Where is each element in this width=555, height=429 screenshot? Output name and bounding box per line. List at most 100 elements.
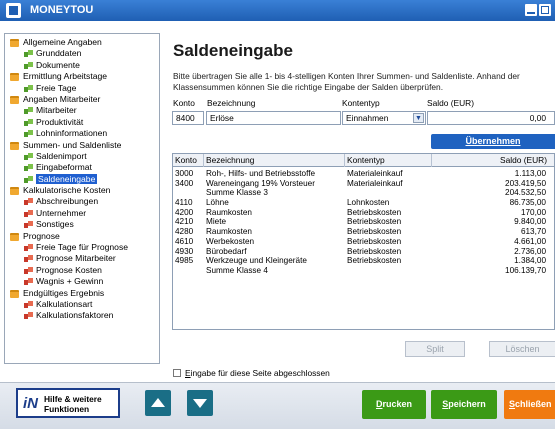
step-icon-green bbox=[24, 50, 33, 58]
step-icon-red bbox=[24, 221, 33, 229]
tree-step[interactable]: Prognose Kosten bbox=[5, 265, 159, 276]
tree-item-label: Endgültiges Ergebnis bbox=[23, 287, 105, 298]
tree-item-label: Lohninformationen bbox=[36, 128, 108, 139]
tree-item-label: Wagnis + Gewinn bbox=[36, 276, 104, 287]
table-row[interactable]: 4930 Bürobedarf Betriebskosten 2.736,00 bbox=[173, 247, 554, 257]
navigation-tree: Allgemeine Angaben Grunddaten Dokumente Erm… bbox=[4, 33, 160, 364]
table-row[interactable]: 4200 Raumkosten Betriebskosten 170,00 bbox=[173, 208, 554, 218]
tree-step[interactable]: Kalkulationsfaktoren bbox=[5, 310, 159, 321]
table-row[interactable]: 4280 Raumkosten Betriebskosten 613,70 bbox=[173, 227, 554, 237]
bezeichnung-label: Bezeichnung bbox=[207, 98, 256, 108]
folder-icon bbox=[10, 39, 19, 47]
drucken-button[interactable]: Drucken bbox=[362, 390, 426, 419]
arrow-down-button[interactable] bbox=[187, 390, 213, 416]
step-icon-green bbox=[24, 164, 33, 172]
tree-item-label: Abschreibungen bbox=[36, 196, 99, 207]
tree-step[interactable]: Abschreibungen bbox=[5, 196, 159, 207]
step-icon-red bbox=[24, 198, 33, 206]
cell-kontentyp: Betriebskosten bbox=[347, 246, 402, 256]
split-button[interactable]: Split bbox=[405, 341, 465, 357]
chevron-down-icon[interactable]: ▼ bbox=[413, 113, 424, 123]
tree-step[interactable]: Grunddaten bbox=[5, 48, 159, 59]
tree-step[interactable]: Prognose Mitarbeiter bbox=[5, 253, 159, 264]
cell-kontentyp: Betriebskosten bbox=[347, 256, 402, 266]
tree-folder[interactable]: Prognose bbox=[5, 231, 159, 242]
bezeichnung-input[interactable]: Erlöse bbox=[206, 111, 341, 125]
cell-saldo: 203.419,50 bbox=[505, 178, 546, 188]
tree-step[interactable]: Saldeneingabe bbox=[5, 173, 159, 185]
tree-item-label: Kalkulationsart bbox=[36, 298, 93, 309]
tree-step[interactable]: Mitarbeiter bbox=[5, 105, 159, 116]
tree-step[interactable]: Freie Tage bbox=[5, 83, 159, 94]
schliessen-button[interactable]: Schließen bbox=[504, 390, 555, 419]
tree-folder[interactable]: Allgemeine Angaben bbox=[5, 37, 159, 48]
tree-step[interactable]: Lohninformationen bbox=[5, 128, 159, 139]
folder-icon bbox=[10, 95, 19, 104]
tree-folder[interactable]: Summen- und Saldenliste bbox=[5, 140, 159, 151]
tree-step[interactable]: Eingabeformat bbox=[5, 162, 159, 173]
column-header-kontentyp[interactable]: Kontentyp bbox=[345, 154, 432, 167]
tree-item-label: Saldeneingabe bbox=[36, 173, 98, 184]
tree-item-label: Dokumente bbox=[36, 59, 80, 70]
table-row[interactable]: 4985 Werkzeuge und Kleingeräte Betriebskos… bbox=[173, 256, 554, 266]
cell-saldo: 1.113,00 bbox=[514, 169, 546, 178]
saldo-input[interactable]: 0,00 bbox=[427, 111, 555, 125]
tree-step[interactable]: Freie Tage für Prognose bbox=[5, 242, 159, 253]
speichern-button[interactable]: Speichern bbox=[431, 390, 497, 419]
tree-folder[interactable]: Kalkulatorische Kosten bbox=[5, 185, 159, 196]
tree-step[interactable]: Saldenimport bbox=[5, 151, 159, 162]
cell-bezeichnung: Bürobedarf bbox=[206, 246, 247, 256]
cell-saldo: 9.840,00 bbox=[514, 217, 546, 227]
step-icon-red bbox=[24, 312, 33, 320]
column-header-bezeichnung[interactable]: Bezeichnung bbox=[204, 154, 345, 167]
cell-konto: 4210 bbox=[175, 217, 194, 227]
table-row[interactable]: Summe Klasse 4 106.139,70 bbox=[173, 266, 554, 276]
table-row[interactable]: 4110 Löhne Lohnkosten 86.735,00 bbox=[173, 198, 554, 208]
table-row[interactable]: Summe Klasse 3 204.532,50 bbox=[173, 188, 554, 198]
app-logo-icon bbox=[6, 3, 21, 18]
help-button[interactable]: iN Hilfe & weitere Funktionen bbox=[16, 388, 120, 418]
abgeschlossen-checkbox[interactable] bbox=[173, 369, 181, 377]
step-icon-red bbox=[24, 266, 33, 275]
table-header: Konto Bezeichnung Kontentyp Saldo (EUR) bbox=[173, 154, 554, 167]
table-row[interactable]: 3000 Roh-, Hilfs- und Betriebsstoffe Mater… bbox=[173, 169, 554, 179]
tree-folder[interactable]: Endgültiges Ergebnis bbox=[5, 288, 159, 299]
step-icon-green bbox=[24, 175, 33, 184]
maximize-button[interactable] bbox=[539, 4, 551, 16]
tree-step[interactable]: Wagnis + Gewinn bbox=[5, 276, 159, 287]
table-row[interactable]: 3400 Wareneingang 19% Vorsteuer Materialei… bbox=[173, 179, 554, 189]
column-header-konto[interactable]: Konto bbox=[173, 154, 204, 167]
abgeschlossen-checkbox-label[interactable]: Eingabe für diese Seite abgeschlossen bbox=[185, 368, 330, 378]
folder-icon bbox=[10, 289, 19, 298]
tree-step[interactable]: Sonstiges bbox=[5, 219, 159, 230]
tree-item-label: Eingabeformat bbox=[36, 162, 92, 173]
cell-bezeichnung: Wareneingang 19% Vorsteuer bbox=[206, 178, 315, 188]
table-row[interactable]: 4610 Werbekosten Betriebskosten 4.661,00 bbox=[173, 237, 554, 247]
cell-kontentyp: Betriebskosten bbox=[347, 227, 402, 237]
step-icon-green bbox=[24, 61, 33, 70]
kontentyp-select[interactable]: Einnahmen ▼ bbox=[342, 111, 426, 125]
cell-saldo: 204.532,50 bbox=[505, 188, 546, 198]
tree-item-label: Freie Tage für Prognose bbox=[36, 242, 129, 253]
tree-step[interactable]: Produktivität bbox=[5, 117, 159, 128]
tree-step[interactable]: Dokumente bbox=[5, 60, 159, 71]
column-header-saldo[interactable]: Saldo (EUR) bbox=[432, 154, 554, 167]
table-row[interactable]: 4210 Miete Betriebskosten 9.840,00 bbox=[173, 217, 554, 227]
uebernehmen-button[interactable]: Übernehmen bbox=[431, 134, 555, 149]
tree-item-label: Kalkulatorische Kosten bbox=[23, 185, 111, 196]
step-icon-red bbox=[24, 209, 33, 218]
tree-item-label: Sonstiges bbox=[36, 219, 74, 230]
tree-folder[interactable]: Angaben Mitarbeiter bbox=[5, 94, 159, 105]
konto-input[interactable]: 8400 bbox=[172, 111, 204, 125]
cell-kontentyp: Materialeinkauf bbox=[347, 178, 403, 188]
cell-saldo: 613,70 bbox=[520, 227, 546, 237]
tree-item-label: Mitarbeiter bbox=[36, 105, 77, 116]
minimize-button[interactable] bbox=[525, 4, 537, 16]
tree-step[interactable]: Unternehmer bbox=[5, 208, 159, 219]
tree-step[interactable]: Kalkulationsart bbox=[5, 299, 159, 310]
cell-konto: 4280 bbox=[175, 227, 194, 237]
arrow-up-button[interactable] bbox=[145, 390, 171, 416]
loeschen-button[interactable]: Löschen bbox=[489, 341, 555, 357]
tree-folder[interactable]: Ermittlung Arbeitstage bbox=[5, 71, 159, 82]
page-title: Saldeneingabe bbox=[173, 41, 293, 60]
